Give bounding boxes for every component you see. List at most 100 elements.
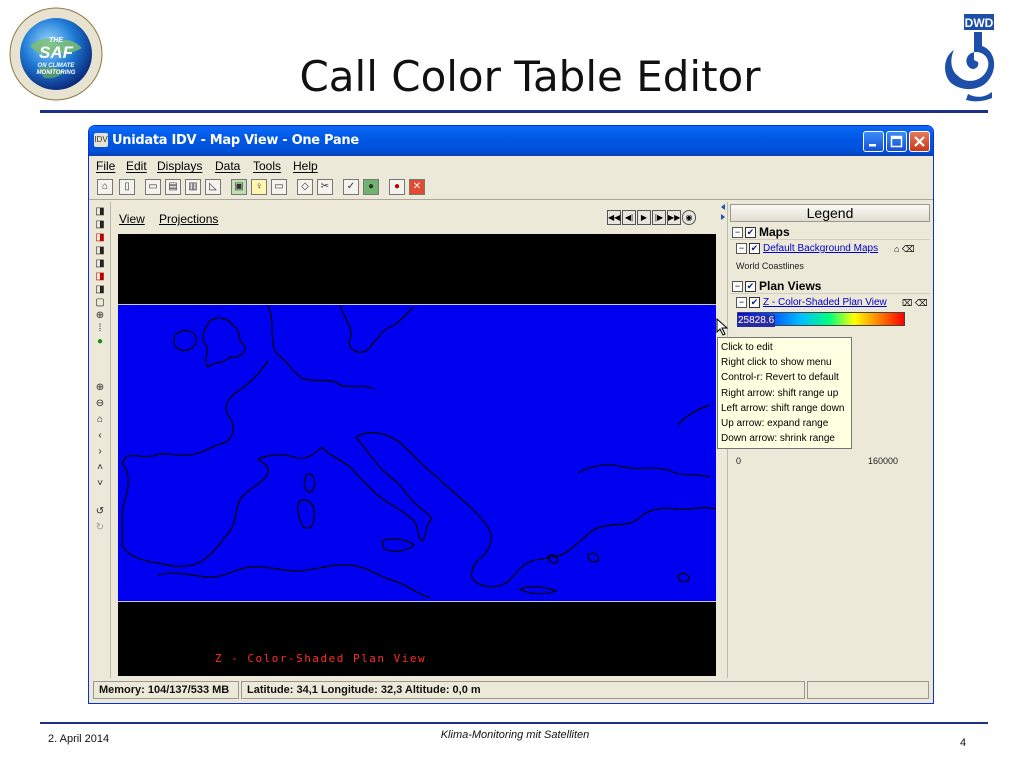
range-max-label: 160000 xyxy=(868,456,899,466)
top-view-icon[interactable]: ◨ xyxy=(93,219,107,231)
plan-views-visible-checkbox[interactable]: ✔ xyxy=(745,281,756,293)
footer-divider xyxy=(40,722,988,724)
lock-icon[interactable]: ⌂ ⌫ xyxy=(894,242,915,256)
tooltip-line: Right arrow: shift range up xyxy=(721,387,839,399)
plan-view-checkbox[interactable]: ✔ xyxy=(749,296,760,308)
dwd-logo: DWD xyxy=(945,14,995,102)
view-menu[interactable]: View xyxy=(119,212,145,226)
box-view-icon[interactable]: ▢ xyxy=(93,297,107,309)
south-view-icon[interactable]: ◨ xyxy=(93,271,107,283)
page-number: 4 xyxy=(960,737,967,749)
mouse-cursor-icon xyxy=(716,318,729,336)
properties-icon[interactable]: ⌧ ⌫ xyxy=(902,296,928,310)
fast-forward-icon[interactable]: ▶▶ xyxy=(667,210,681,225)
close-icon xyxy=(914,136,925,147)
rewind-icon[interactable]: ◀◀ xyxy=(607,210,621,225)
perspective-view-icon[interactable]: ◨ xyxy=(93,206,107,218)
zoom-in-icon[interactable]: ⊕ xyxy=(93,382,107,394)
edit-check-icon[interactable]: ✓ xyxy=(343,179,359,195)
display-label: Z - Color-Shaded Plan View xyxy=(214,652,427,665)
location-readout: Latitude: 34,1 Longitude: 32,3 Altitude:… xyxy=(241,681,805,699)
tooltip-line: Down arrow: shrink range xyxy=(721,433,835,445)
eraser-icon[interactable]: ◇ xyxy=(297,179,313,195)
plan-views-section-label: Plan Views xyxy=(759,279,822,293)
title-divider xyxy=(40,110,988,113)
progress-status xyxy=(807,681,929,699)
save-icon[interactable]: ▤ xyxy=(165,179,181,195)
reset-home-icon[interactable]: ⌂ xyxy=(93,414,107,426)
colorbar-tooltip: Click to edit Right click to show menu C… xyxy=(717,337,852,449)
world-coastlines-label: World Coastlines xyxy=(736,261,804,271)
rotate-icon[interactable]: ⊕ xyxy=(93,310,107,322)
maps-visible-checkbox[interactable]: ✔ xyxy=(745,227,756,239)
pan-left-icon[interactable]: ‹ xyxy=(93,430,107,442)
projections-menu[interactable]: Projections xyxy=(159,212,218,226)
slide-title: Call Color Table Editor xyxy=(299,52,761,101)
menu-displays[interactable]: Displays xyxy=(157,159,202,173)
plan-view-link[interactable]: Z - Color-Shaded Plan View xyxy=(763,297,887,308)
menu-data[interactable]: Data xyxy=(215,159,240,173)
default-maps-link[interactable]: Default Background Maps xyxy=(763,243,878,254)
stop-icon[interactable]: ● xyxy=(389,179,405,195)
cancel-icon[interactable]: ✕ xyxy=(409,179,425,195)
toolbar: ⌂ ▯ ▭ ▤ ▥ ◺ ▣ ♀ ▭ ◇ ✂ ✓ ● ● ✕ xyxy=(89,176,933,200)
open-folder-icon[interactable]: ▭ xyxy=(145,179,161,195)
chart-icon[interactable]: ◺ xyxy=(205,179,221,195)
default-maps-checkbox[interactable]: ✔ xyxy=(749,242,760,254)
tooltip-line: Right click to show menu xyxy=(721,357,832,369)
west-view-icon[interactable]: ◨ xyxy=(93,284,107,296)
globe-view-icon[interactable]: ● xyxy=(93,336,107,348)
menu-tools[interactable]: Tools xyxy=(253,159,281,173)
zoom-out-icon[interactable]: ⊖ xyxy=(93,398,107,410)
print-icon[interactable]: ▥ xyxy=(185,179,201,195)
lightbulb-icon[interactable]: ♀ xyxy=(251,179,267,195)
menu-help[interactable]: Help xyxy=(293,159,318,173)
minimize-button[interactable] xyxy=(863,131,884,152)
plan-view-item: − ✔ Z - Color-Shaded Plan View ⌧ ⌫ xyxy=(734,296,930,310)
pan-right-icon[interactable]: › xyxy=(93,446,107,458)
view-toolstrip: ◨ ◨ ◨ ◨ ◨ ◨ ◨ ▢ ⊕ ⁞ ● ⊕ ⊖ ⌂ ‹ › ˄ ˅ ↺ ↻ xyxy=(89,202,111,678)
pan-down-icon[interactable]: ˅ xyxy=(93,478,107,490)
north-view-icon[interactable]: ◨ xyxy=(93,245,107,257)
undo-icon[interactable]: ↺ xyxy=(93,506,107,518)
maps-section-label: Maps xyxy=(759,225,790,239)
step-back-icon[interactable]: ◀| xyxy=(622,210,636,225)
bottom-view-icon[interactable]: ◨ xyxy=(93,232,107,244)
redo-icon[interactable]: ↻ xyxy=(93,522,107,534)
collapse-plan-view-icon[interactable]: − xyxy=(736,296,747,308)
minimize-icon xyxy=(869,144,876,147)
globe-icon[interactable]: ● xyxy=(363,179,379,195)
window-title: Unidata IDV - Map View - One Pane xyxy=(112,133,359,148)
data-source-icon[interactable]: ▣ xyxy=(231,179,247,195)
home-icon[interactable]: ⌂ xyxy=(97,179,113,195)
animation-settings-icon[interactable]: ◉ xyxy=(682,210,696,225)
tooltip-line: Up arrow: expand range xyxy=(721,418,829,430)
menu-file[interactable]: File xyxy=(96,159,115,173)
window-titlebar[interactable]: IDV Unidata IDV - Map View - One Pane xyxy=(89,126,933,156)
range-min-label: 0 xyxy=(736,456,742,466)
collapse-arrows-icon xyxy=(721,204,725,220)
memory-status: Memory: 104/137/533 MB xyxy=(93,681,239,699)
new-document-icon[interactable]: ▯ xyxy=(119,179,135,195)
close-button[interactable] xyxy=(909,131,930,152)
play-icon[interactable]: ▶ xyxy=(637,210,651,225)
menu-edit[interactable]: Edit xyxy=(126,159,147,173)
pan-up-icon[interactable]: ˄ xyxy=(93,462,107,474)
vertical-scale-icon[interactable]: ⁞ xyxy=(93,323,107,335)
plan-views-section[interactable]: − ✔ Plan Views xyxy=(730,278,930,294)
step-forward-icon[interactable]: |▶ xyxy=(652,210,666,225)
map-view[interactable]: Z - Color-Shaded Plan View xyxy=(118,234,716,676)
east-view-icon[interactable]: ◨ xyxy=(93,258,107,270)
color-bar-value: 25828.6 xyxy=(737,315,776,327)
presentation-slide: THE SAF ON CLIMATE MONITORING Call Color… xyxy=(0,0,1024,768)
collapse-maps-icon[interactable]: − xyxy=(732,227,743,239)
default-maps-item: − ✔ Default Background Maps ⌂ ⌫ xyxy=(734,242,930,256)
maximize-button[interactable] xyxy=(886,131,907,152)
footer-title: Klima-Monitoring mit Satelliten xyxy=(440,729,590,741)
collapse-default-maps-icon[interactable]: − xyxy=(736,242,747,254)
menu-bar: File Edit Displays Data Tools Help xyxy=(89,156,933,176)
maps-section[interactable]: − ✔ Maps xyxy=(730,224,930,240)
display-icon[interactable]: ▭ xyxy=(271,179,287,195)
scissors-icon[interactable]: ✂ xyxy=(317,179,333,195)
collapse-plan-views-icon[interactable]: − xyxy=(732,281,743,293)
